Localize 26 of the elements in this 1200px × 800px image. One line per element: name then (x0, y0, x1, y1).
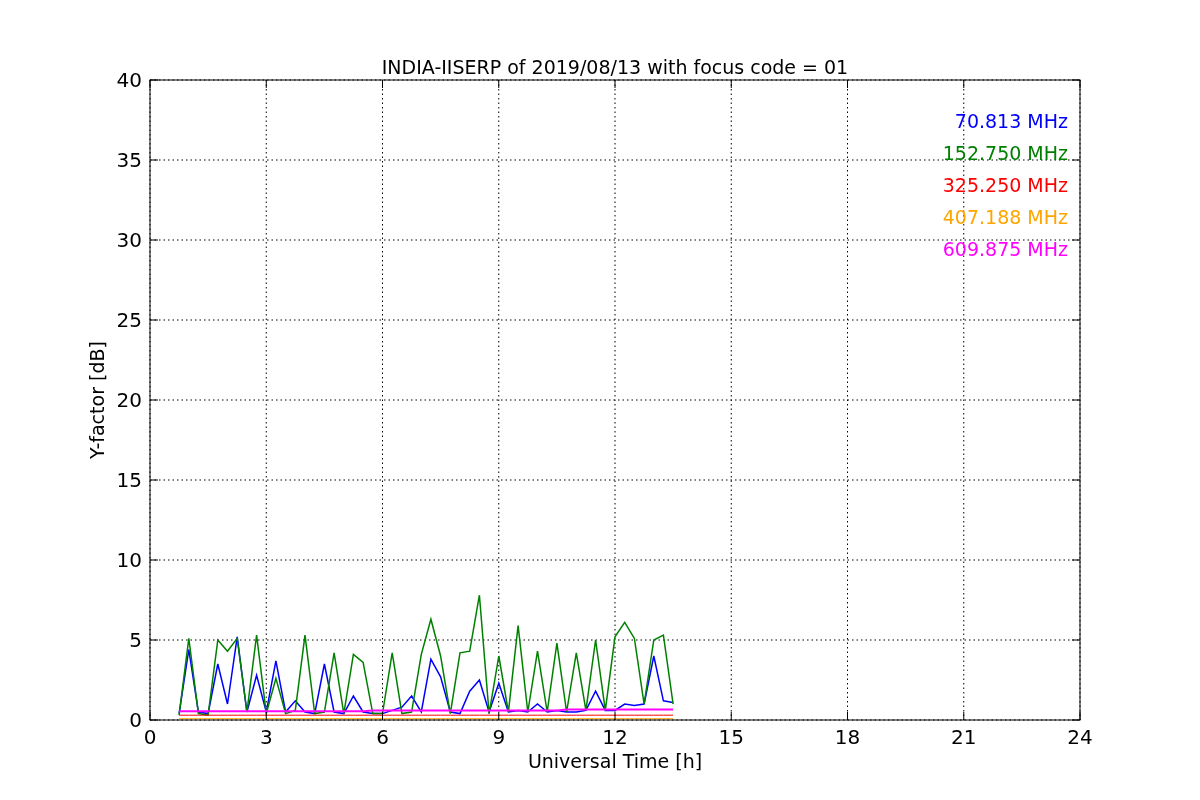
legend-label: 70.813 MHz (954, 110, 1068, 132)
x-tick-label: 24 (1067, 725, 1093, 749)
legend-label: 325.250 MHz (942, 174, 1068, 196)
x-tick-label: 6 (376, 725, 389, 749)
legend-label: 407.188 MHz (942, 206, 1068, 228)
y-tick-label: 0 (129, 708, 142, 732)
y-tick-label: 35 (116, 148, 142, 172)
x-tick-label: 18 (834, 725, 861, 749)
y-axis-label: Y-factor [dB] (86, 341, 108, 459)
y-tick-label: 40 (116, 68, 142, 92)
x-axis-label: Universal Time [h] (527, 750, 703, 772)
x-tick-label: 3 (259, 725, 273, 749)
y-tick-label: 25 (116, 308, 142, 332)
x-tick-label: 21 (951, 725, 977, 749)
x-tick-label: 9 (492, 725, 506, 749)
legend-label: 609.875 MHz (942, 238, 1068, 260)
x-tick-label: 12 (602, 725, 628, 749)
y-tick-label: 20 (116, 388, 142, 412)
x-tick-label: 15 (718, 725, 744, 749)
chart-title: INDIA-IISERP of 2019/08/13 with focus code = 01 (381, 56, 849, 78)
x-tick-label: 0 (143, 725, 157, 749)
y-tick-label: 30 (116, 228, 142, 252)
y-tick-label: 5 (129, 628, 142, 652)
y-tick-label: 15 (116, 468, 142, 492)
y-tick-label: 10 (116, 548, 142, 572)
legend-label: 152.750 MHz (942, 142, 1068, 164)
